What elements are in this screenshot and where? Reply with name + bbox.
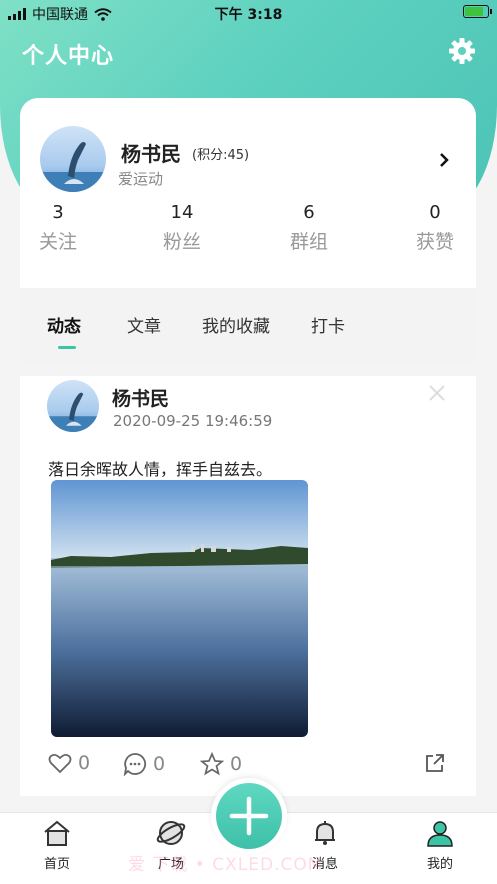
post-author: 杨书民	[112, 388, 170, 410]
favorite-button[interactable]: 0	[200, 752, 242, 776]
add-post-button[interactable]	[216, 783, 282, 849]
comment-count: 0	[153, 753, 166, 775]
nav-home[interactable]: 首页	[22, 819, 92, 872]
profile-motto: 爱运动	[118, 170, 164, 188]
stat-groups[interactable]: 6 群组	[264, 202, 354, 254]
status-bar: 中国联通 下午 3:18	[0, 0, 497, 26]
share-icon[interactable]	[425, 753, 445, 773]
stat-value: 14	[170, 202, 194, 223]
comment-icon	[123, 753, 147, 776]
stat-label: 关注	[38, 231, 77, 253]
post-image[interactable]	[51, 480, 308, 737]
like-count: 0	[78, 752, 91, 774]
nav-label: 首页	[43, 857, 70, 872]
stat-value: 0	[429, 202, 441, 223]
tab-dynamics[interactable]: 动态	[47, 312, 81, 337]
stat-fans[interactable]: 14 粉丝	[137, 202, 227, 254]
profile-card[interactable]: 杨书民 (积分:45) 爱运动 3 关注 14 粉丝 6 群组 0 获赞	[20, 98, 476, 288]
avatar[interactable]	[40, 126, 106, 192]
fab-container	[211, 778, 287, 854]
plus-icon	[229, 796, 269, 836]
tab-articles[interactable]: 文章	[127, 312, 161, 337]
nav-label: 我的	[426, 857, 453, 872]
profile-points: (积分:45)	[192, 148, 250, 163]
heart-icon	[48, 753, 72, 774]
post-text: 落日余晖故人情，挥手自兹去。	[48, 460, 273, 479]
comment-button[interactable]: 0	[123, 752, 165, 776]
profile-stats: 3 关注 14 粉丝 6 群组 0 获赞	[20, 202, 476, 262]
tabs-bar: 动态 文章 我的收藏 打卡	[20, 288, 476, 362]
watermark: 爱 下载 • CXLED.COM	[128, 855, 324, 875]
post-card[interactable]: 杨书民 2020-09-25 19:46:59 落日余晖故人情，挥手自兹去。 0…	[20, 376, 476, 796]
stat-likes[interactable]: 0 获赞	[390, 202, 480, 254]
stat-label: 粉丝	[162, 231, 201, 253]
gear-icon[interactable]	[447, 36, 477, 66]
post-avatar[interactable]	[47, 380, 99, 432]
stat-label: 群组	[289, 231, 328, 253]
stat-label: 获赞	[415, 231, 454, 253]
stat-value: 3	[52, 202, 64, 223]
star-icon	[200, 752, 224, 776]
user-icon	[427, 821, 453, 847]
planet-icon	[156, 821, 186, 845]
status-time: 下午 3:18	[214, 7, 283, 23]
nav-mine[interactable]: 我的	[405, 819, 475, 872]
favorite-count: 0	[230, 753, 243, 775]
like-button[interactable]: 0	[48, 752, 90, 774]
stat-value: 6	[303, 202, 315, 223]
profile-name: 杨书民	[121, 142, 181, 166]
stat-following[interactable]: 3 关注	[13, 202, 103, 254]
home-icon	[44, 820, 70, 846]
chevron-right-icon[interactable]	[438, 152, 450, 168]
tab-favorites[interactable]: 我的收藏	[202, 312, 270, 337]
bell-icon	[315, 821, 335, 845]
close-icon[interactable]	[428, 384, 446, 402]
battery-level	[465, 7, 483, 16]
active-tab-indicator	[58, 346, 76, 349]
tab-checkin[interactable]: 打卡	[311, 312, 345, 337]
post-time: 2020-09-25 19:46:59	[113, 412, 273, 430]
page-title: 个人中心	[22, 44, 115, 69]
battery-icon	[463, 5, 492, 18]
